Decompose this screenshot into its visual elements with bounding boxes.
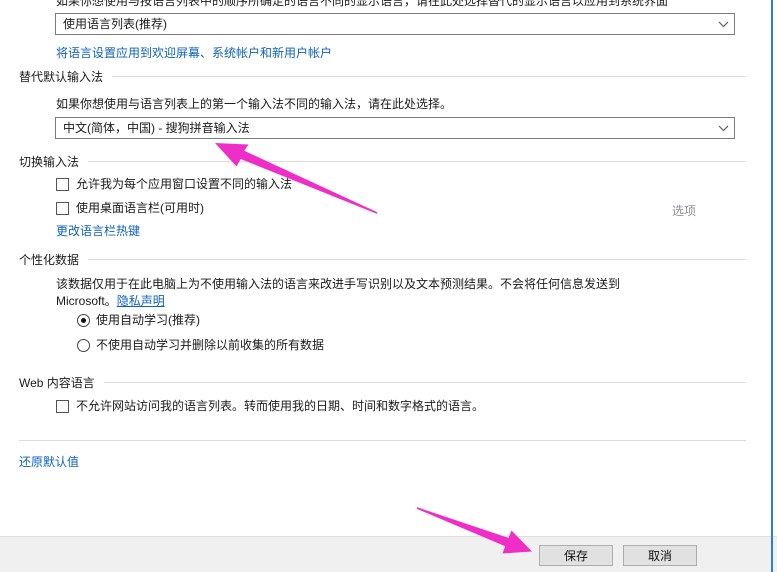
per-app-input-row: 允许我为每个应用窗口设置不同的输入法 [56,178,292,191]
personalization-desc-line1: 该数据仅用于在此电脑上为不使用输入法的语言来改进手写识别以及文本预测结果。不会将… [56,277,621,291]
section-title: 切换输入法 [19,155,80,169]
dialog-footer: 保存 取消 [0,536,777,572]
section-title: 替代默认输入法 [19,70,104,84]
no-auto-learn-radio[interactable] [77,339,90,352]
section-override-input-method: 替代默认输入法 [19,70,746,84]
site-language-access-row: 不允许网站访问我的语言列表。转而使用我的日期、时间和数字格式的语言。 [56,400,484,413]
no-auto-learn-row: 不使用自动学习并删除以前收集的所有数据 [77,339,324,352]
auto-learn-row: 使用自动学习(推荐) [77,314,200,327]
section-rule [88,259,746,260]
section-rule [88,161,746,162]
radio-selected-dot [81,318,86,323]
no-auto-learn-label: 不使用自动学习并删除以前收集的所有数据 [96,338,325,352]
chevron-down-icon [712,125,734,132]
restore-defaults-link[interactable]: 还原默认值 [19,453,79,470]
per-app-input-label: 允许我为每个应用窗口设置不同的输入法 [76,177,293,191]
window-accent-border [771,0,773,572]
per-app-input-checkbox[interactable] [56,178,69,191]
input-method-dropdown-value: 中文(简体，中国) - 搜狗拼音输入法 [63,121,250,135]
chevron-down-icon [712,21,734,28]
auto-learn-radio[interactable] [77,314,90,327]
personalization-description: 该数据仅用于在此电脑上为不使用输入法的语言来改进手写识别以及文本预测结果。不会将… [56,276,716,310]
clipped-top-text: 如果你想使用与按语言列表中的顺序所确定的语言不同的显示语言，请在此处选择替代的显… [56,0,669,7]
section-switch-input-method: 切换输入法 [19,155,746,169]
apply-language-settings-link[interactable]: 将语言设置应用到欢迎屏幕、系统帐户和新用户帐户 [56,44,332,61]
language-bar-row: 使用桌面语言栏(可用时) [56,202,204,215]
advanced-language-settings-page: 如果你想使用与按语言列表中的顺序所确定的语言不同的显示语言，请在此处选择替代的显… [0,0,777,572]
section-rule [112,76,746,77]
input-method-dropdown[interactable]: 中文(简体，中国) - 搜狗拼音输入法 [55,117,735,139]
section-title: Web 内容语言 [19,376,95,390]
save-button[interactable]: 保存 [539,545,613,566]
section-title: 个性化数据 [19,253,80,267]
override-input-hint: 如果你想使用与语言列表上的第一个输入法不同的输入法，请在此处选择。 [56,97,453,111]
section-web-content-language: Web 内容语言 [19,376,746,390]
display-language-dropdown-value: 使用语言列表(推荐) [63,17,167,31]
section-personalization-data: 个性化数据 [19,253,746,267]
change-language-bar-hotkeys-link[interactable]: 更改语言栏热键 [56,222,140,239]
language-bar-label: 使用桌面语言栏(可用时) [76,201,204,215]
cancel-button[interactable]: 取消 [623,545,697,566]
display-language-dropdown[interactable]: 使用语言列表(推荐) [55,13,735,35]
site-language-access-label: 不允许网站访问我的语言列表。转而使用我的日期、时间和数字格式的语言。 [76,399,485,413]
site-language-access-checkbox[interactable] [56,400,69,413]
auto-learn-label: 使用自动学习(推荐) [96,313,200,327]
section-rule [103,382,746,383]
privacy-statement-link[interactable]: 隐私声明 [117,294,165,308]
bottom-divider [19,440,746,441]
language-bar-checkbox[interactable] [56,202,69,215]
language-bar-options-link: 选项 [672,204,697,218]
personalization-desc-line2: Microsoft。 [56,294,117,308]
